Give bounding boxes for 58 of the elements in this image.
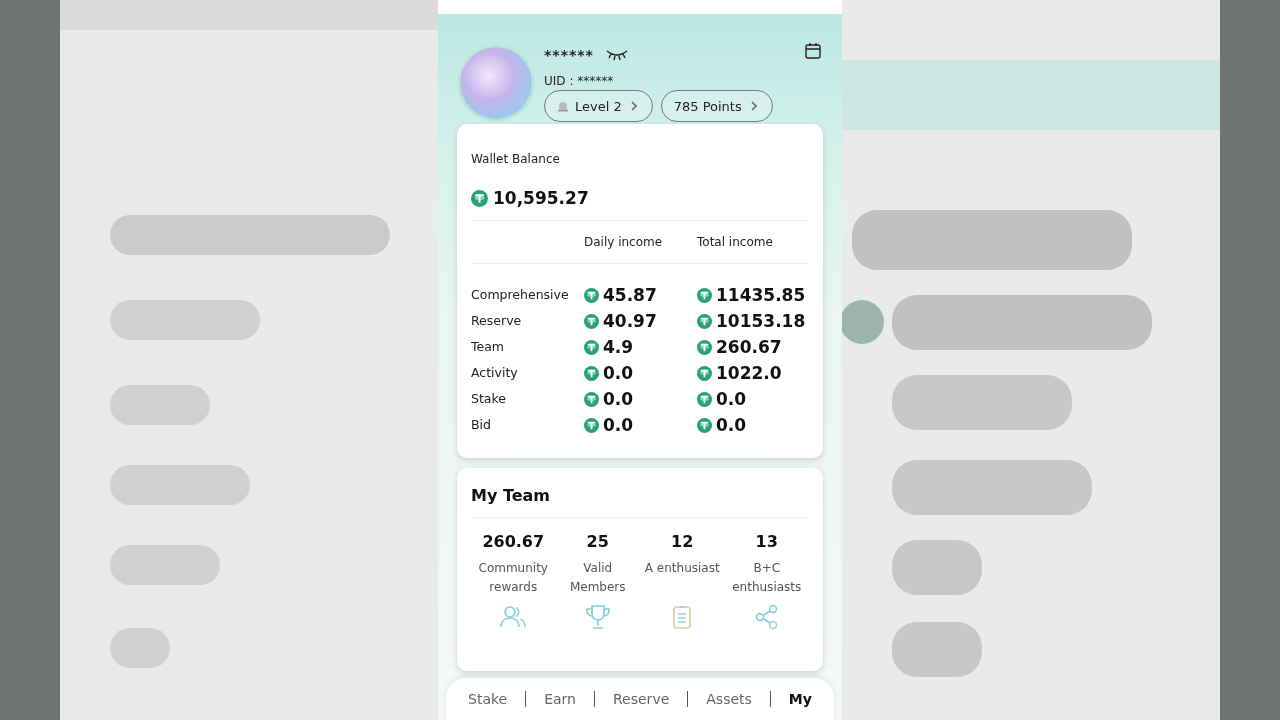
total-income: 260.67 [716, 337, 782, 357]
tether-coin-icon [697, 391, 712, 407]
stat-value: 12 [670, 532, 695, 551]
daily-income: 0.0 [603, 415, 634, 435]
income-label: Reserve [471, 312, 523, 330]
tether-coin-icon [697, 417, 712, 433]
closed-eye-icon[interactable] [605, 49, 628, 61]
income-label: Stake [471, 390, 507, 408]
stat-value: 13 [754, 532, 779, 551]
stat-value: 25 [585, 532, 610, 551]
stat-label: B+C enthusiasts [731, 560, 803, 596]
tether-coin-icon [584, 391, 599, 407]
trophy-icon[interactable] [583, 603, 612, 631]
avatar[interactable] [460, 47, 532, 119]
nav-tab[interactable]: Earn [544, 685, 576, 713]
daily-income: 40.97 [603, 311, 657, 331]
stat-label: Valid Members [568, 560, 627, 596]
tether-coin-icon [471, 189, 488, 207]
stat-label: Community rewards [477, 560, 549, 596]
daily-income: 45.87 [603, 285, 657, 305]
tether-coin-icon [697, 365, 712, 381]
team-title: My Team [471, 468, 809, 518]
total-income: 11435.85 [716, 285, 806, 305]
tether-coin-icon [697, 313, 712, 329]
column-header: Total income [697, 234, 774, 251]
tether-coin-icon [697, 339, 712, 355]
stat-label: A enthusiast [643, 560, 721, 577]
user-id: UID : ****** [544, 74, 615, 88]
total-income: 0.0 [716, 415, 747, 435]
income-label: Activity [471, 364, 519, 382]
badge-icon [557, 100, 569, 112]
level-button[interactable]: Level 2 [544, 90, 653, 122]
tether-coin-icon [584, 417, 599, 433]
income-label: Team [471, 338, 506, 356]
daily-income: 0.0 [603, 363, 634, 383]
wallet-title: Wallet Balance [471, 151, 561, 166]
tether-coin-icon [584, 365, 599, 381]
nav-tab[interactable]: Stake [468, 685, 508, 713]
total-income: 1022.0 [716, 363, 782, 383]
points-button[interactable]: 785 Points [660, 90, 773, 122]
stat-value: 260.67 [481, 532, 546, 551]
tether-coin-icon [697, 287, 712, 303]
total-income: 0.0 [716, 389, 747, 409]
total-income: 10153.18 [716, 311, 806, 331]
nav-tab[interactable]: Reserve [613, 685, 670, 713]
income-label: Bid [471, 416, 492, 434]
daily-income: 4.9 [603, 337, 634, 357]
calendar-icon[interactable] [804, 42, 822, 60]
income-label: Comprehensive [471, 286, 570, 304]
wallet-balance: 10,595.27 [493, 188, 589, 208]
tether-coin-icon [584, 287, 599, 303]
column-header: Daily income [584, 234, 664, 251]
user-name: ****** [544, 47, 594, 63]
tether-coin-icon [584, 313, 599, 329]
nav-tab[interactable]: My [788, 685, 812, 713]
daily-income: 0.0 [603, 389, 634, 409]
tether-coin-icon [584, 339, 599, 355]
nav-tab[interactable]: Assets [706, 685, 752, 713]
